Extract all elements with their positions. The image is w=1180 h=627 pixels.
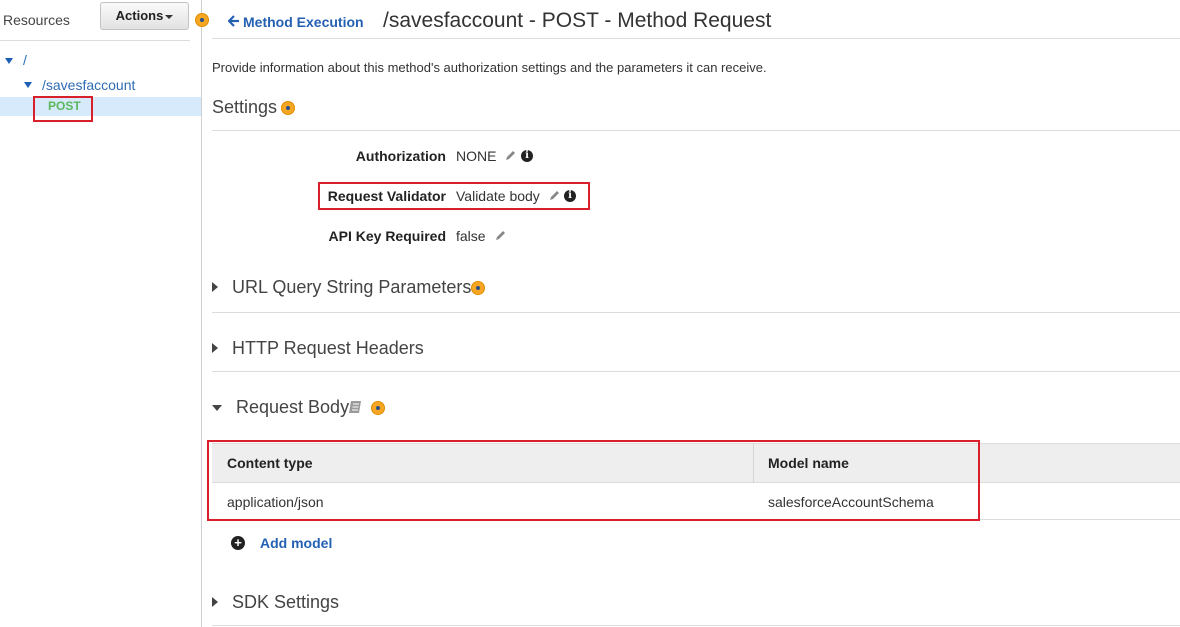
help-icon[interactable] — [471, 281, 485, 295]
request-body-section-title[interactable]: Request Body — [236, 397, 349, 418]
page-title: /savesfaccount - POST - Method Request — [383, 9, 772, 32]
pencil-icon[interactable] — [504, 150, 516, 162]
add-model-link[interactable]: Add model — [260, 535, 332, 551]
api-key-required-value: false — [456, 228, 486, 244]
authorization-value: NONE — [456, 148, 497, 164]
pencil-icon[interactable] — [494, 230, 506, 242]
expand-http-headers-icon[interactable] — [212, 343, 218, 353]
post-highlight-box — [33, 96, 93, 122]
info-icon[interactable]: i — [521, 150, 533, 162]
page-description: Provide information about this method's … — [212, 60, 767, 75]
actions-button-label: Actions — [115, 8, 164, 23]
http-headers-divider — [212, 371, 1180, 372]
api-key-required-label: API Key Required — [328, 228, 446, 244]
help-icon[interactable] — [195, 13, 209, 27]
sdk-settings-section-title[interactable]: SDK Settings — [232, 592, 339, 613]
settings-divider — [212, 130, 1180, 131]
tree-item-root[interactable]: / — [23, 52, 27, 68]
expand-url-query-icon[interactable] — [212, 282, 218, 292]
http-headers-section-title[interactable]: HTTP Request Headers — [232, 338, 424, 359]
expand-root-icon[interactable] — [5, 58, 13, 64]
tree-item-savesfaccount[interactable]: /savesfaccount — [42, 77, 135, 93]
collapse-request-body-icon[interactable] — [212, 405, 222, 411]
plus-circle-icon[interactable]: + — [231, 536, 245, 550]
book-icon[interactable] — [348, 400, 363, 415]
help-icon[interactable] — [281, 101, 295, 115]
url-query-section-title[interactable]: URL Query String Parameters — [232, 277, 471, 298]
resources-label: Resources — [3, 12, 70, 28]
expand-savesfaccount-icon[interactable] — [24, 82, 32, 88]
left-divider — [0, 40, 190, 41]
request-body-table-highlight-box — [207, 440, 980, 521]
caret-down-icon — [165, 14, 174, 19]
url-query-divider — [212, 312, 1180, 313]
back-arrow-icon[interactable] — [228, 15, 240, 27]
header-divider — [212, 38, 1180, 39]
settings-title: Settings — [212, 97, 278, 117]
resources-panel — [0, 0, 202, 627]
method-execution-link[interactable]: Method Execution — [243, 14, 364, 30]
authorization-label: Authorization — [355, 148, 446, 164]
actions-button[interactable]: Actions — [100, 2, 189, 30]
expand-sdk-settings-icon[interactable] — [212, 597, 218, 607]
request-validator-highlight-box — [318, 182, 590, 210]
sdk-settings-divider — [212, 625, 1180, 626]
help-icon[interactable] — [371, 401, 385, 415]
tree-item-post-row[interactable] — [0, 97, 201, 116]
